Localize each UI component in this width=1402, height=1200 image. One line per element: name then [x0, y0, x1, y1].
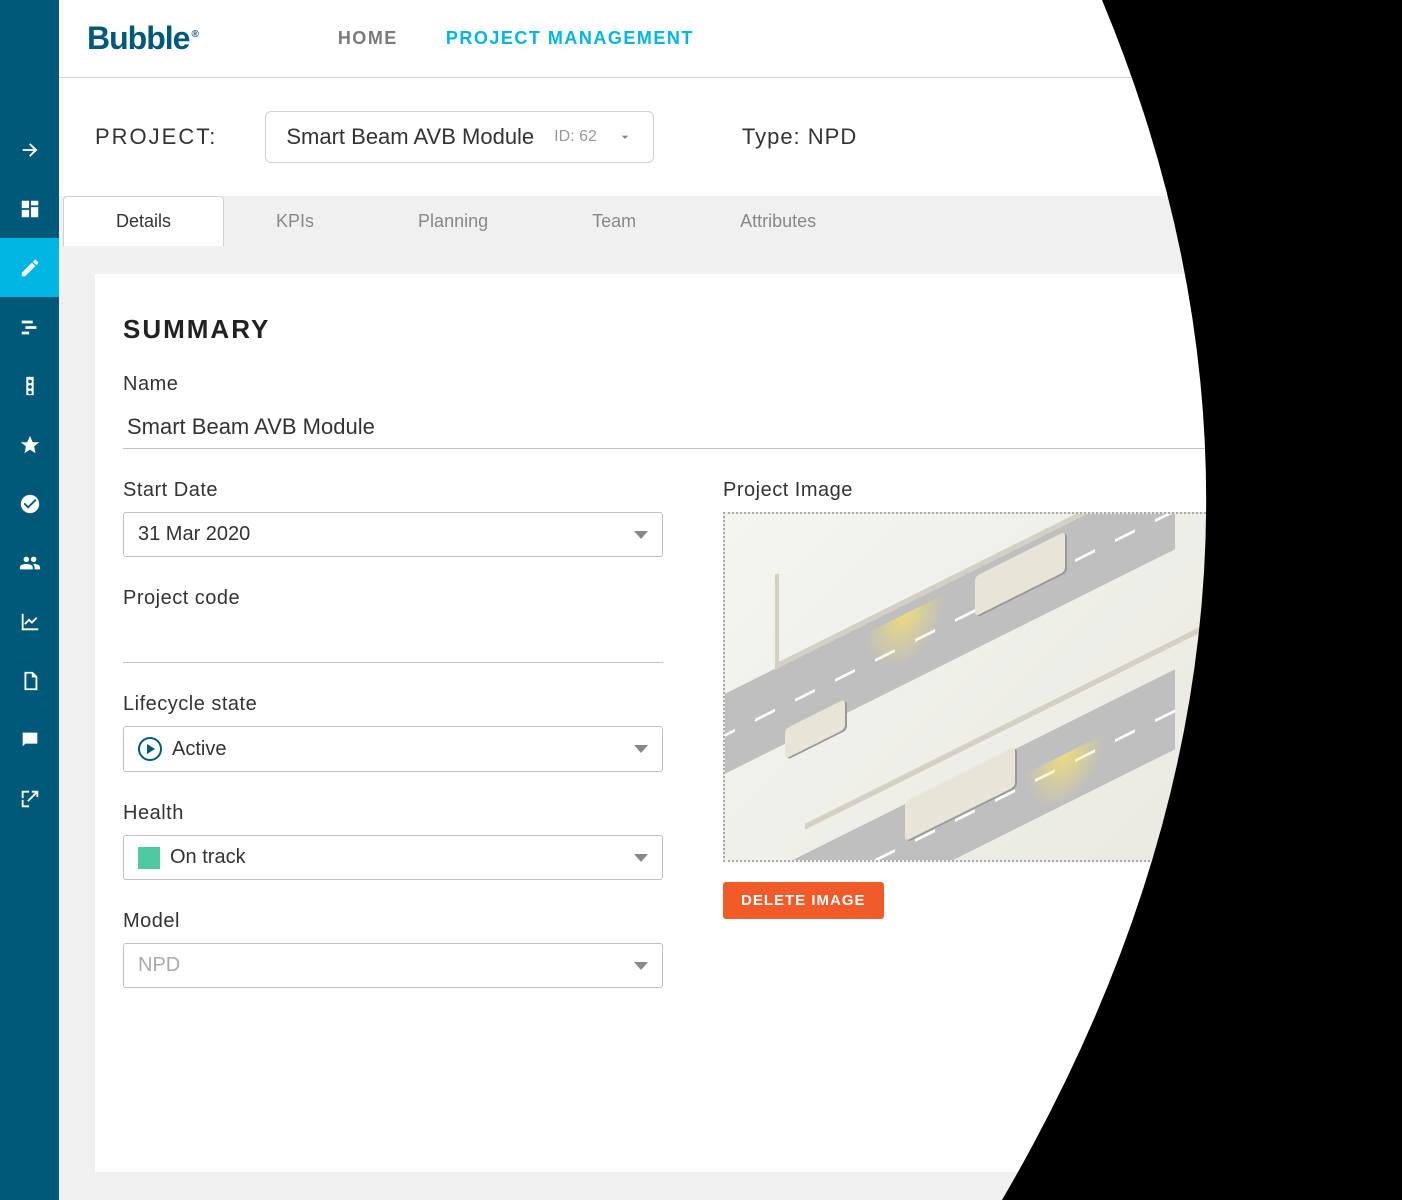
- avatar[interactable]: [1250, 16, 1296, 62]
- tab-details[interactable]: Details: [63, 196, 224, 246]
- field-lifecycle: Lifecycle state Active: [123, 693, 663, 772]
- check-circle-icon: [19, 493, 41, 515]
- sidebar-item-dashboard[interactable]: [0, 179, 59, 238]
- sidebar-item-document[interactable]: [0, 651, 59, 710]
- sidebar-item-edit[interactable]: [0, 238, 59, 297]
- logo[interactable]: Bubble: [87, 20, 198, 57]
- line-chart-icon: [19, 611, 41, 633]
- status-swatch-green: [138, 847, 160, 869]
- health-value: On track: [138, 846, 246, 869]
- sidebar-item-share[interactable]: [0, 769, 59, 828]
- model-label: Model: [123, 910, 663, 933]
- sidebar-item-chart[interactable]: [0, 592, 59, 651]
- caret-down-icon: [634, 962, 648, 970]
- main-nav: HOME PROJECT MANAGEMENT: [338, 28, 694, 49]
- tab-attributes[interactable]: Attributes: [688, 197, 868, 246]
- sidebar-item-star[interactable]: [0, 415, 59, 474]
- field-model: Model NPD: [123, 910, 663, 988]
- star-icon: [19, 434, 41, 456]
- tab-planning[interactable]: Planning: [366, 197, 540, 246]
- header: Bubble HOME PROJECT MANAGEMENT Kate Le: [59, 0, 1402, 78]
- start-date-value: 31 Mar 2020: [138, 523, 250, 546]
- project-code-input[interactable]: [123, 620, 663, 663]
- name-input[interactable]: [123, 406, 1338, 449]
- project-header: PROJECT: Smart Beam AVB Module ID: 62 Ty…: [59, 78, 1402, 196]
- sidebar-item-traffic[interactable]: [0, 356, 59, 415]
- nav-project-management[interactable]: PROJECT MANAGEMENT: [446, 28, 694, 49]
- sidebar-item-gantt[interactable]: [0, 297, 59, 356]
- pencil-icon: [19, 257, 41, 279]
- sidebar-item-arrow[interactable]: [0, 120, 59, 179]
- field-health: Health On track: [123, 802, 663, 880]
- field-name: Name: [123, 373, 1338, 449]
- lifecycle-select[interactable]: Active: [123, 726, 663, 772]
- tab-team[interactable]: Team: [540, 197, 688, 246]
- gantt-icon: [19, 316, 41, 338]
- field-project-image: Project Image: [723, 479, 1338, 919]
- model-select[interactable]: NPD: [123, 943, 663, 988]
- dashboard-icon: [19, 198, 41, 220]
- caret-down-icon: [634, 854, 648, 862]
- tabs-bar: Details KPIs Planning Team Attributes: [59, 196, 1402, 246]
- start-date-label: Start Date: [123, 479, 663, 502]
- summary-title: SUMMARY: [123, 314, 1338, 345]
- lifecycle-label: Lifecycle state: [123, 693, 663, 716]
- traffic-light-icon: [19, 375, 41, 397]
- sidebar: [0, 0, 59, 1200]
- caret-down-icon: [634, 531, 648, 539]
- content: SUMMARY Name Start Date 31 Mar 2020 Proj…: [59, 246, 1402, 1200]
- start-date-select[interactable]: 31 Mar 2020: [123, 512, 663, 557]
- play-circle-icon: [138, 737, 162, 761]
- user-area: Kate Le: [1250, 16, 1374, 62]
- project-image-label: Project Image: [723, 479, 1338, 502]
- user-name: Kate Le: [1312, 28, 1374, 49]
- health-label: Health: [123, 802, 663, 825]
- chat-icon: [19, 729, 41, 751]
- project-image-box[interactable]: [723, 512, 1338, 862]
- open-external-icon: [19, 788, 41, 810]
- project-label: PROJECT:: [95, 124, 217, 150]
- field-start-date: Start Date 31 Mar 2020: [123, 479, 663, 557]
- summary-panel: SUMMARY Name Start Date 31 Mar 2020 Proj…: [95, 274, 1366, 1172]
- sidebar-item-team[interactable]: [0, 533, 59, 592]
- health-text: On track: [170, 846, 246, 869]
- sidebar-item-check[interactable]: [0, 474, 59, 533]
- document-icon: [19, 670, 41, 692]
- chevron-down-icon: [617, 129, 633, 145]
- name-label: Name: [123, 373, 1338, 396]
- tab-kpis[interactable]: KPIs: [224, 197, 366, 246]
- delete-image-button[interactable]: DELETE IMAGE: [723, 882, 884, 919]
- project-id: ID: 62: [554, 128, 597, 146]
- health-select[interactable]: On track: [123, 835, 663, 880]
- project-image-illustration: [725, 514, 1336, 860]
- sidebar-item-chat[interactable]: [0, 710, 59, 769]
- add-project-image-button[interactable]: ADD PROJECT I: [1173, 882, 1338, 919]
- project-type: Type: NPD: [742, 124, 857, 150]
- project-code-label: Project code: [123, 587, 663, 610]
- caret-down-icon: [634, 745, 648, 753]
- project-select[interactable]: Smart Beam AVB Module ID: 62: [265, 111, 654, 163]
- arrow-right-icon: [19, 139, 41, 161]
- project-name: Smart Beam AVB Module: [286, 124, 534, 150]
- people-icon: [19, 552, 41, 574]
- lifecycle-value: Active: [138, 737, 226, 761]
- nav-home[interactable]: HOME: [338, 28, 398, 49]
- field-project-code: Project code: [123, 587, 663, 663]
- lifecycle-text: Active: [172, 738, 226, 761]
- image-buttons: DELETE IMAGE ADD PROJECT I: [723, 882, 1338, 919]
- model-value: NPD: [138, 954, 180, 977]
